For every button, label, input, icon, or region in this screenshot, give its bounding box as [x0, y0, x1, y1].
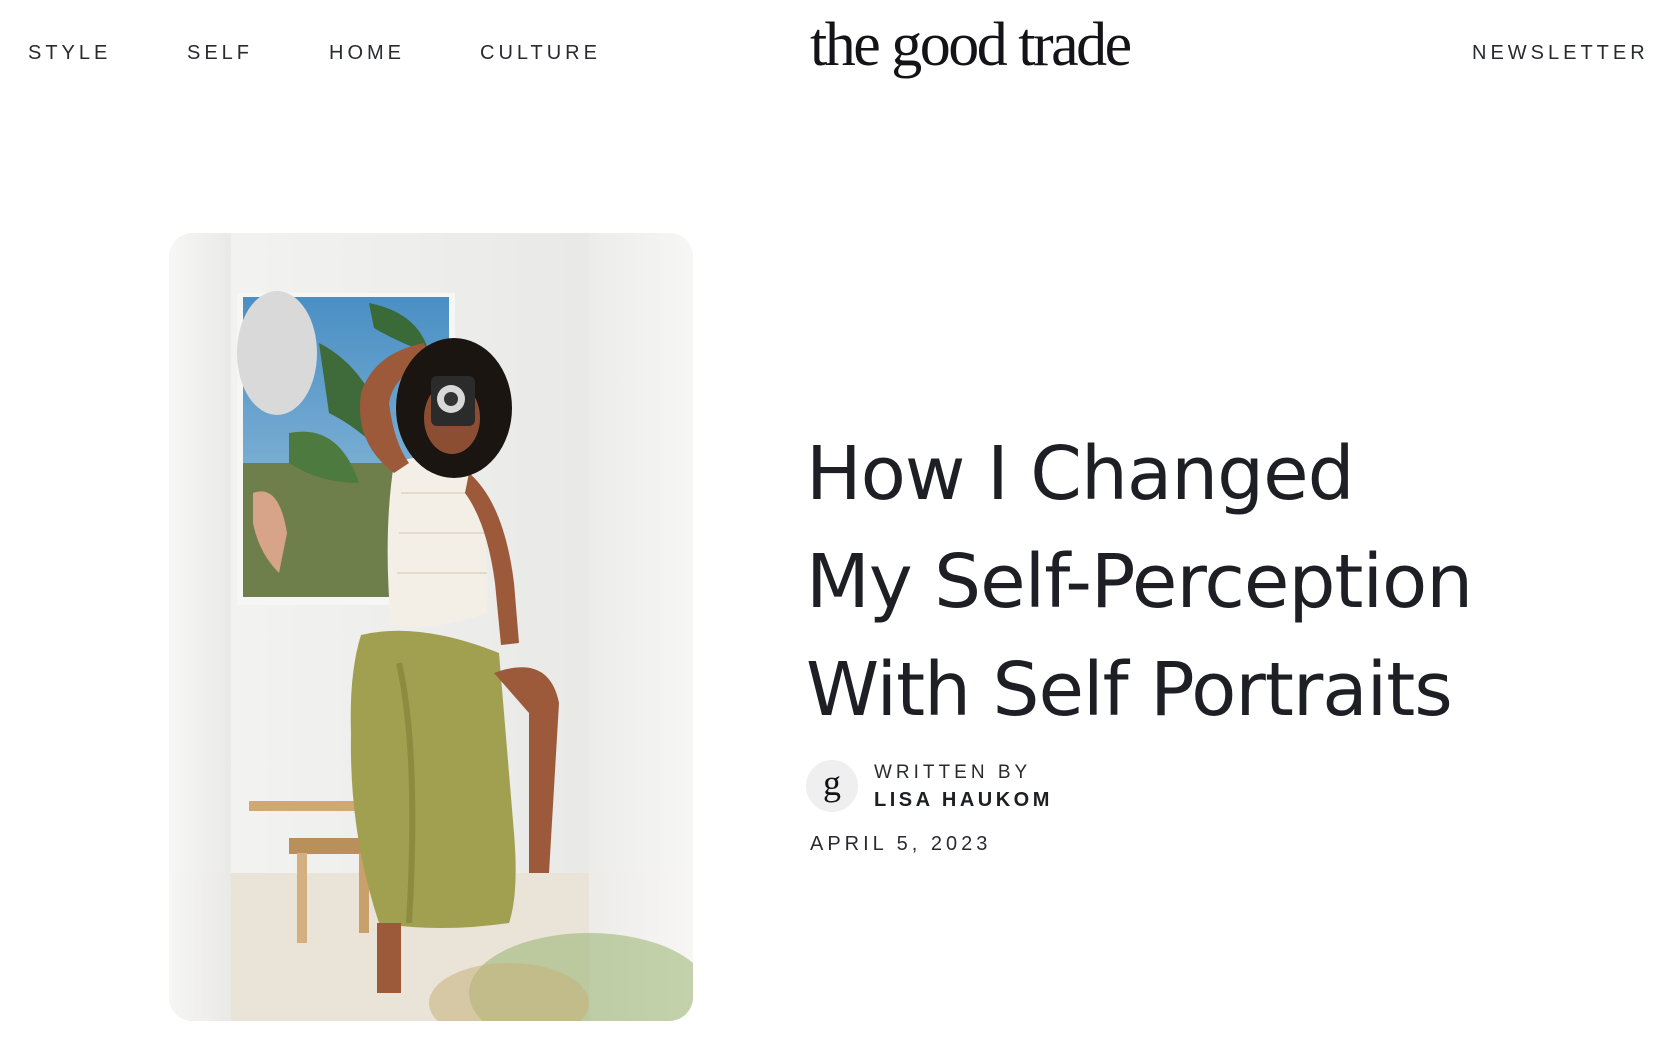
author-name-link[interactable]: LISA HAUKOM	[874, 789, 1053, 812]
title-line: With Self Portraits	[806, 647, 1453, 733]
site-logo[interactable]: the good trade	[810, 14, 1132, 76]
nav-link-newsletter[interactable]: NEWSLETTER	[1472, 42, 1649, 65]
written-by-label: WRITTEN BY	[874, 762, 1032, 783]
nav-link-self[interactable]: SELF	[187, 42, 253, 65]
avatar-letter: g	[823, 763, 841, 803]
publish-date: APRIL 5, 2023	[810, 833, 992, 855]
nav-link-culture[interactable]: CULTURE	[480, 42, 601, 65]
title-line: How I Changed	[806, 431, 1355, 517]
hero-image	[169, 233, 693, 1021]
author-avatar[interactable]: g	[806, 760, 858, 812]
nav-link-home[interactable]: HOME	[329, 42, 405, 65]
hero-photo	[169, 233, 693, 1021]
site-header: STYLE SELF HOME CULTURE the good trade N…	[0, 0, 1658, 112]
article-title: How I Changed My Self-Perception With Se…	[806, 420, 1566, 744]
nav-link-style[interactable]: STYLE	[28, 42, 111, 65]
title-line: My Self-Perception	[806, 539, 1473, 625]
